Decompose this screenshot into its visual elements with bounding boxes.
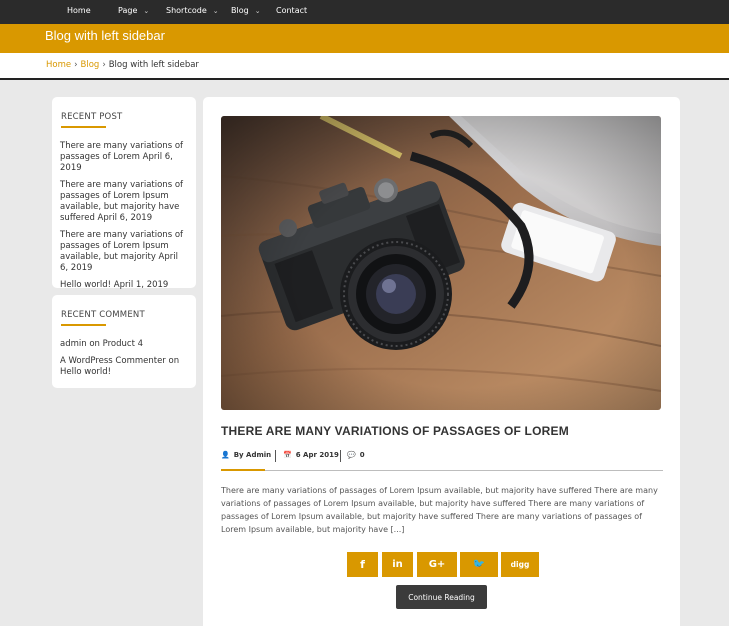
chevron-down-icon: ⌄ xyxy=(212,7,219,15)
camera-photo-illustration xyxy=(221,116,661,410)
meta-divider-accent xyxy=(221,469,265,471)
recent-post-list: There are many variations of passages of… xyxy=(60,141,188,297)
post-featured-image[interactable] xyxy=(221,116,661,410)
meta-separator xyxy=(340,450,341,462)
nav-item-shortcode[interactable]: Shortcode ⌄ xyxy=(166,6,219,15)
post-comments[interactable]: 💬 0 xyxy=(347,451,365,459)
breadcrumb-home-link[interactable]: Home xyxy=(46,60,71,70)
nav-item-label: Home xyxy=(67,6,91,15)
recent-comment-link[interactable]: A WordPress Commenter on Hello world! xyxy=(60,356,188,378)
nav-item-label: Blog xyxy=(231,6,249,15)
twitter-icon: 🐦 xyxy=(472,559,486,570)
digg-icon: digg xyxy=(510,560,530,569)
breadcrumb-blog-link[interactable]: Blog xyxy=(81,60,100,70)
recent-comment-link[interactable]: admin on Product 4 xyxy=(60,339,188,350)
continue-reading-button[interactable]: Continue Reading xyxy=(396,585,487,609)
facebook-icon: f xyxy=(360,558,365,571)
share-linkedin-button[interactable]: in xyxy=(382,552,413,577)
breadcrumb: Home › Blog › Blog with left sidebar xyxy=(46,60,199,70)
breadcrumb-separator: › xyxy=(102,60,106,70)
recent-comment-widget: RECENT COMMENT admin on Product 4 A Word… xyxy=(52,295,196,388)
header-divider xyxy=(0,78,729,80)
recent-post-link[interactable]: There are many variations of passages of… xyxy=(60,141,188,174)
nav-item-label: Page xyxy=(118,6,138,15)
breadcrumb-separator: › xyxy=(74,60,78,70)
share-facebook-button[interactable]: f xyxy=(347,552,378,577)
nav-item-label: Shortcode xyxy=(166,6,207,15)
nav-item-page[interactable]: Page ⌄ xyxy=(118,6,149,15)
recent-post-widget: RECENT POST There are many variations of… xyxy=(52,97,196,290)
chevron-down-icon: ⌄ xyxy=(143,7,150,15)
breadcrumb-current: Blog with left sidebar xyxy=(108,60,199,70)
share-twitter-button[interactable]: 🐦 xyxy=(460,552,498,577)
widget-title-underline xyxy=(61,126,106,128)
nav-item-blog[interactable]: Blog ⌄ xyxy=(231,6,261,15)
post-excerpt: There are many variations of passages of… xyxy=(221,486,658,534)
page-title-bar: Blog with left sidebar xyxy=(0,24,729,53)
post-card: THERE ARE MANY VARIATIONS OF PASSAGES OF… xyxy=(203,97,680,626)
post-date-label: 6 Apr 2019 xyxy=(295,451,339,459)
post-title[interactable]: THERE ARE MANY VARIATIONS OF PASSAGES OF… xyxy=(221,424,569,438)
recent-comment-list: admin on Product 4 A WordPress Commenter… xyxy=(60,339,188,384)
breadcrumb-bar: Home › Blog › Blog with left sidebar xyxy=(0,53,729,78)
nav-item-label: Contact xyxy=(276,6,308,15)
recent-post-link[interactable]: Hello world! April 1, 2019 xyxy=(60,280,188,291)
linkedin-icon: in xyxy=(392,559,403,570)
google-plus-icon: G+ xyxy=(428,559,446,570)
share-digg-button[interactable]: digg xyxy=(501,552,539,577)
recent-post-link[interactable]: There are many variations of passages of… xyxy=(60,230,188,274)
post-comments-count: 0 xyxy=(359,451,365,459)
comment-icon: 💬 xyxy=(347,451,356,459)
post-author[interactable]: 👤 By Admin xyxy=(221,451,271,459)
nav-item-home[interactable]: Home xyxy=(67,6,91,15)
post-author-label: By Admin xyxy=(233,451,272,459)
post-date: 📅 6 Apr 2019 xyxy=(283,451,339,459)
page-title: Blog with left sidebar xyxy=(45,28,165,43)
widget-title: RECENT POST xyxy=(61,112,123,122)
user-icon: 👤 xyxy=(221,451,230,459)
share-google-plus-button[interactable]: G+ xyxy=(417,552,457,577)
top-navigation: Home Page ⌄ Shortcode ⌄ Blog ⌄ Contact xyxy=(0,0,729,24)
calendar-icon: 📅 xyxy=(283,451,292,459)
meta-divider xyxy=(221,470,663,471)
widget-title: RECENT COMMENT xyxy=(61,310,145,320)
nav-item-contact[interactable]: Contact xyxy=(276,6,307,15)
meta-separator xyxy=(275,450,276,462)
chevron-down-icon: ⌄ xyxy=(254,7,261,15)
widget-title-underline xyxy=(61,324,106,326)
recent-post-link[interactable]: There are many variations of passages of… xyxy=(60,180,188,224)
